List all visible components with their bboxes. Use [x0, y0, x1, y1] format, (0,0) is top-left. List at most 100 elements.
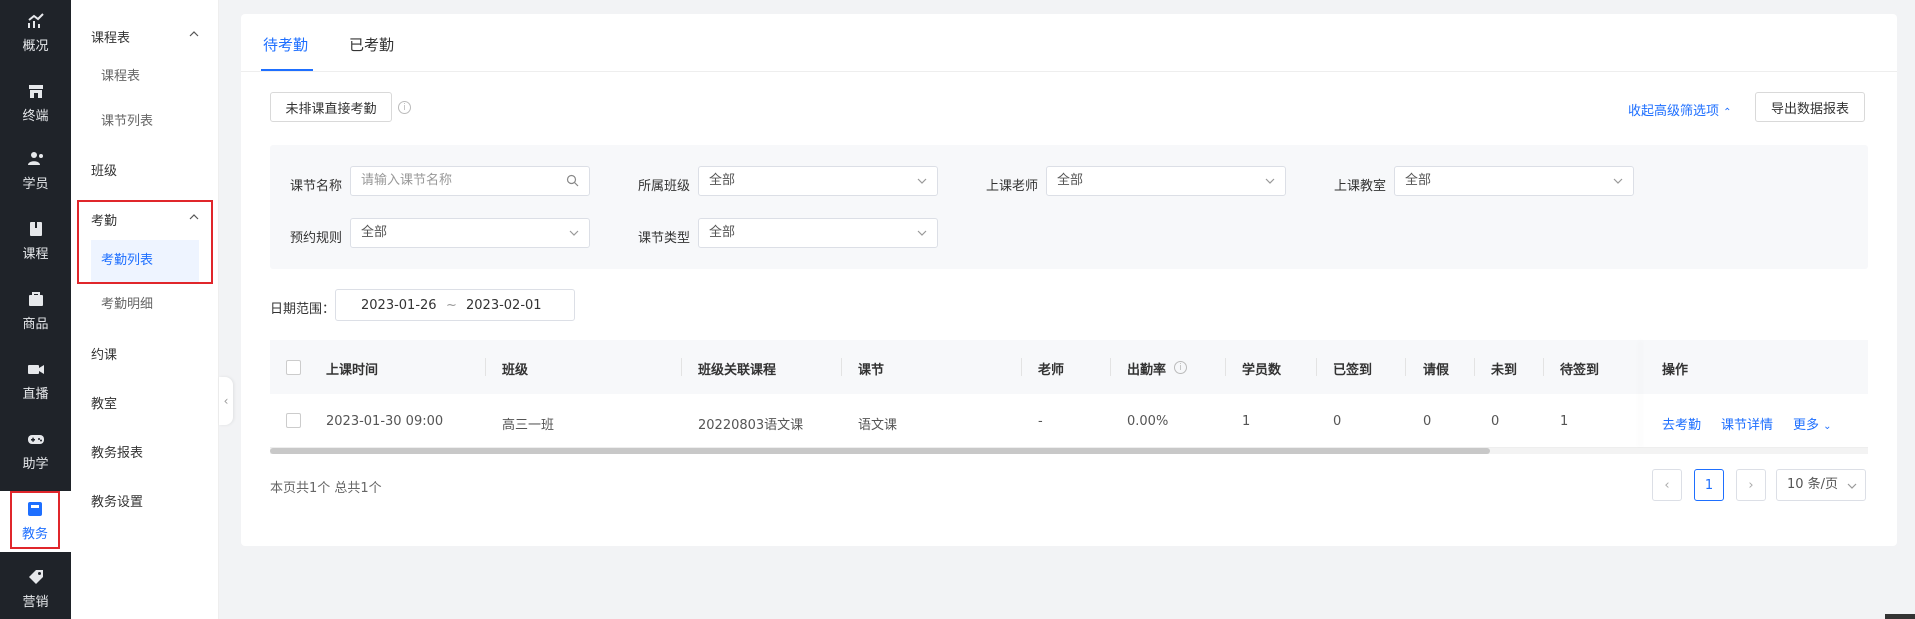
- column-divider: [1021, 358, 1022, 376]
- info-icon[interactable]: i: [398, 101, 411, 114]
- rail-item-assist[interactable]: 助学: [0, 418, 71, 482]
- collapse-filters-link[interactable]: 收起高级筛选项 ⌃: [1628, 100, 1732, 119]
- tab-pending-attendance[interactable]: 待考勤: [263, 34, 308, 55]
- chevron-down-icon: [1847, 483, 1857, 489]
- column-divider: [485, 358, 486, 376]
- advanced-filter-panel: 课节名称 请输入课节名称 所属班级 全部 上课老师 全部 上课教室 全部 预约规…: [270, 145, 1868, 269]
- users-icon: [27, 151, 43, 165]
- chevron-down-icon: ⌄: [1823, 421, 1832, 432]
- row-checkbox[interactable]: [286, 413, 301, 428]
- chevron-down-icon: [917, 178, 927, 184]
- info-icon[interactable]: i: [1174, 361, 1187, 374]
- th-class: 班级: [502, 363, 529, 378]
- direct-attendance-button[interactable]: 未排课直接考勤: [270, 92, 392, 122]
- store-icon: [28, 84, 43, 98]
- tag-icon: [28, 569, 43, 584]
- nav-item-course-schedule[interactable]: 课程表: [91, 56, 199, 98]
- page-1-button[interactable]: 1: [1694, 469, 1724, 501]
- rail-item-academic[interactable]: 教务: [10, 491, 60, 549]
- chevron-up-icon: ⌃: [1723, 107, 1732, 118]
- booking-rule-select[interactable]: 全部: [350, 218, 590, 248]
- left-rail: 概况 终端 学员 课程 商品 直播 助学 教务 营销: [0, 0, 71, 619]
- th-leave: 请假: [1423, 363, 1450, 378]
- nav-item-booking[interactable]: 约课: [91, 344, 207, 363]
- horizontal-scrollbar[interactable]: [270, 448, 1868, 454]
- lesson-name-input[interactable]: 请输入课节名称: [350, 166, 590, 196]
- go-attendance-link[interactable]: 去考勤: [1662, 414, 1701, 433]
- column-divider: [1405, 358, 1406, 376]
- nav-item-report[interactable]: 教务报表: [91, 442, 207, 461]
- table-row: 2023-01-30 09:00 高三一班 20220803语文课 语文课 - …: [270, 394, 1868, 448]
- th-lesson: 课节: [858, 363, 885, 378]
- lesson-type-select[interactable]: 全部: [698, 218, 938, 248]
- scrollbar-thumb[interactable]: [270, 448, 1490, 454]
- rail-item-live[interactable]: 直播: [0, 348, 71, 412]
- date-range-picker[interactable]: 2023-01-26 ~ 2023-02-01: [335, 289, 575, 321]
- booking-rule-value: 全部: [361, 225, 388, 240]
- nav-item-classroom[interactable]: 教室: [91, 393, 207, 412]
- th-absent: 未到: [1491, 363, 1518, 378]
- rail-item-courses[interactable]: 课程: [0, 208, 71, 272]
- date-start: 2023-01-26: [361, 298, 437, 313]
- collapse-filters-label: 收起高级筛选项: [1628, 104, 1720, 119]
- nav-item-lesson-list[interactable]: 课节列表: [91, 101, 199, 143]
- rail-label: 直播: [22, 386, 49, 402]
- table-header: 上课时间 班级 班级关联课程 课节 老师 出勤率 i 学员数 已签到 请假 未到…: [270, 340, 1868, 394]
- tab-completed-attendance[interactable]: 已考勤: [349, 34, 394, 55]
- classroom-select[interactable]: 全部: [1394, 166, 1634, 196]
- cell-time: 2023-01-30 09:00: [326, 414, 444, 429]
- rail-item-overview[interactable]: 概况: [0, 0, 71, 64]
- lesson-detail-link[interactable]: 课节详情: [1721, 414, 1773, 433]
- teacher-select[interactable]: 全部: [1046, 166, 1286, 196]
- more-actions-link[interactable]: 更多 ⌄: [1793, 414, 1832, 433]
- lesson-type-value: 全部: [709, 225, 736, 240]
- select-all-checkbox[interactable]: [286, 360, 301, 375]
- column-divider: [1543, 358, 1544, 376]
- cell-absent: 0: [1491, 414, 1500, 429]
- window-corner: [1885, 614, 1915, 619]
- rail-item-students[interactable]: 学员: [0, 138, 71, 202]
- rail-label: 商品: [22, 316, 49, 332]
- secondary-nav: 课程表 课程表 课节列表 班级 考勤 考勤列表 考勤明细 约课 教室 教务报表 …: [71, 0, 219, 619]
- date-range-label: 日期范围：: [270, 302, 336, 317]
- tab-bar: 待考勤 已考勤: [241, 14, 1897, 72]
- chart-trend-icon: [27, 12, 44, 28]
- chevron-down-icon: [1613, 178, 1623, 184]
- page-size-select[interactable]: 10 条/页: [1776, 469, 1866, 501]
- rail-label: 教务: [21, 526, 48, 542]
- th-teacher: 老师: [1038, 363, 1065, 378]
- lesson-type-label: 课节类型: [638, 231, 691, 246]
- book-icon: [29, 221, 42, 236]
- nav-group-label: 课程表: [91, 31, 131, 46]
- nav-item-class[interactable]: 班级: [91, 160, 207, 179]
- class-label: 所属班级: [638, 179, 691, 194]
- column-divider: [1316, 358, 1317, 376]
- rail-item-products[interactable]: 商品: [0, 278, 71, 342]
- next-page-button[interactable]: ›: [1736, 469, 1766, 501]
- page-summary: 本页共1个 总共1个: [270, 481, 382, 496]
- class-select[interactable]: 全部: [698, 166, 938, 196]
- chevron-down-icon: [1265, 178, 1275, 184]
- prev-page-button[interactable]: ‹: [1652, 469, 1682, 501]
- rail-item-terminal[interactable]: 终端: [0, 70, 71, 134]
- attendance-highlight-box: [77, 200, 213, 284]
- collapse-nav-handle[interactable]: ‹: [219, 377, 233, 425]
- chevron-down-icon: [917, 230, 927, 236]
- export-report-button[interactable]: 导出数据报表: [1755, 92, 1865, 122]
- classroom-label: 上课教室: [1334, 179, 1387, 194]
- column-divider: [1225, 358, 1226, 376]
- search-icon: [566, 174, 579, 187]
- nav-item-settings[interactable]: 教务设置: [91, 491, 207, 510]
- booking-rule-label: 预约规则: [290, 231, 343, 246]
- bag-icon: [28, 291, 43, 306]
- th-signed: 已签到: [1333, 363, 1373, 378]
- cell-class: 高三一班: [502, 418, 555, 433]
- video-camera-icon: [27, 364, 44, 374]
- th-student-count: 学员数: [1242, 363, 1282, 378]
- nav-group-course-schedule[interactable]: 课程表: [91, 27, 207, 46]
- nav-item-attendance-detail[interactable]: 考勤明细: [91, 284, 199, 326]
- rail-label: 营销: [22, 594, 49, 610]
- th-course: 班级关联课程: [698, 363, 777, 378]
- rail-item-marketing[interactable]: 营销: [0, 556, 71, 619]
- th-pending: 待签到: [1560, 363, 1600, 378]
